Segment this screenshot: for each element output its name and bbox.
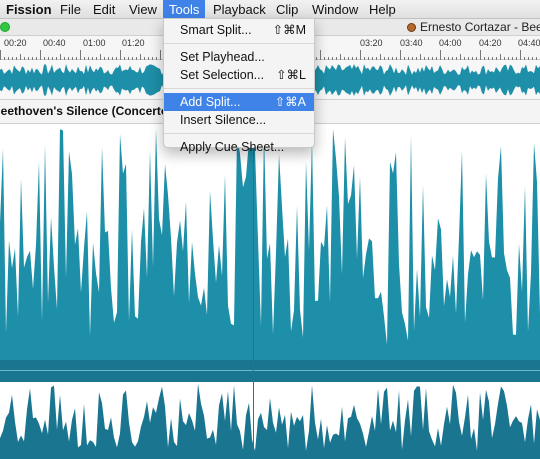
- ruler-tick: [520, 50, 521, 60]
- tick-label: 00:40: [43, 38, 66, 48]
- tick-label: 00:20: [4, 38, 27, 48]
- tick-label: 04:40: [518, 38, 540, 48]
- menu-item-label: Insert Silence...: [180, 113, 267, 127]
- tick-label: 01:00: [83, 38, 106, 48]
- ruler-tick: [160, 50, 161, 60]
- menu-edit[interactable]: Edit: [87, 0, 121, 19]
- menu-item-set-selection[interactable]: Set Selection... ⇧⌘L: [164, 66, 314, 84]
- menu-playback[interactable]: Playback: [207, 0, 272, 19]
- menu-item-shortcut: ⇧⌘L: [276, 68, 306, 82]
- window-title: Ernesto Cortazar - Beethoven's Silence (…: [407, 19, 540, 36]
- menu-tools[interactable]: Tools: [163, 0, 206, 19]
- menu-window[interactable]: Window: [306, 0, 364, 19]
- menu-item-smart-split[interactable]: Smart Split... ⇧⌘M: [164, 21, 314, 39]
- ruler-tick: [0, 50, 1, 60]
- audio-file-icon: [407, 23, 416, 32]
- tick-label: 04:00: [439, 38, 462, 48]
- tick-label: 03:40: [400, 38, 423, 48]
- menu-item-add-split[interactable]: Add Split... ⇧⌘A: [164, 93, 314, 111]
- tick-label: 04:20: [479, 38, 502, 48]
- menu-item-label: Set Playhead...: [180, 50, 265, 64]
- playhead[interactable]: [253, 124, 254, 459]
- ruler-tick: [80, 50, 81, 60]
- menu-item-set-playhead[interactable]: Set Playhead...: [164, 48, 314, 66]
- menu-item-shortcut: ⇧⌘A: [274, 95, 306, 109]
- menu-item-label: Add Split...: [180, 95, 241, 109]
- tick-label: 03:20: [360, 38, 383, 48]
- waveform-band: [0, 360, 540, 382]
- menu-separator: [164, 133, 314, 134]
- menu-item-insert-silence[interactable]: Insert Silence...: [164, 111, 314, 129]
- menu-item-label: Apply Cue Sheet...: [180, 140, 285, 154]
- menu-item-label: Set Selection...: [180, 68, 265, 82]
- ruler-tick: [440, 50, 441, 60]
- ruler-tick: [400, 50, 401, 60]
- menu-separator: [164, 43, 314, 44]
- menu-view[interactable]: View: [123, 0, 163, 19]
- menu-item-shortcut: ⇧⌘M: [272, 23, 306, 37]
- channel-divider: [0, 370, 540, 371]
- ruler-tick: [360, 50, 361, 60]
- main-waveform-graphic: [0, 129, 540, 459]
- track-title: Beethoven's Silence (Concerto): [0, 104, 173, 118]
- waveform-channel-path: [0, 129, 540, 370]
- window-title-text: Ernesto Cortazar - Beethoven's Silence (…: [420, 20, 540, 34]
- tools-menu: Smart Split... ⇧⌘M Set Playhead... Set S…: [163, 18, 315, 154]
- ruler-tick: [320, 50, 321, 60]
- menu-app-fission[interactable]: Fission: [0, 0, 58, 19]
- menu-help[interactable]: Help: [363, 0, 402, 19]
- menu-bar: Fission File Edit View Tools Playback Cl…: [0, 0, 540, 19]
- main-waveform[interactable]: [0, 124, 540, 459]
- tick-label: 01:20: [122, 38, 145, 48]
- ruler-tick: [40, 50, 41, 60]
- ruler-tick: [480, 50, 481, 60]
- menu-separator: [164, 88, 314, 89]
- waveform-channel-path: [0, 383, 540, 459]
- zoom-window-button[interactable]: [0, 22, 10, 32]
- menu-clip[interactable]: Clip: [270, 0, 304, 19]
- menu-item-apply-cue-sheet[interactable]: Apply Cue Sheet...: [164, 138, 314, 156]
- menu-item-label: Smart Split...: [180, 23, 252, 37]
- menu-file[interactable]: File: [54, 0, 87, 19]
- ruler-tick: [120, 50, 121, 60]
